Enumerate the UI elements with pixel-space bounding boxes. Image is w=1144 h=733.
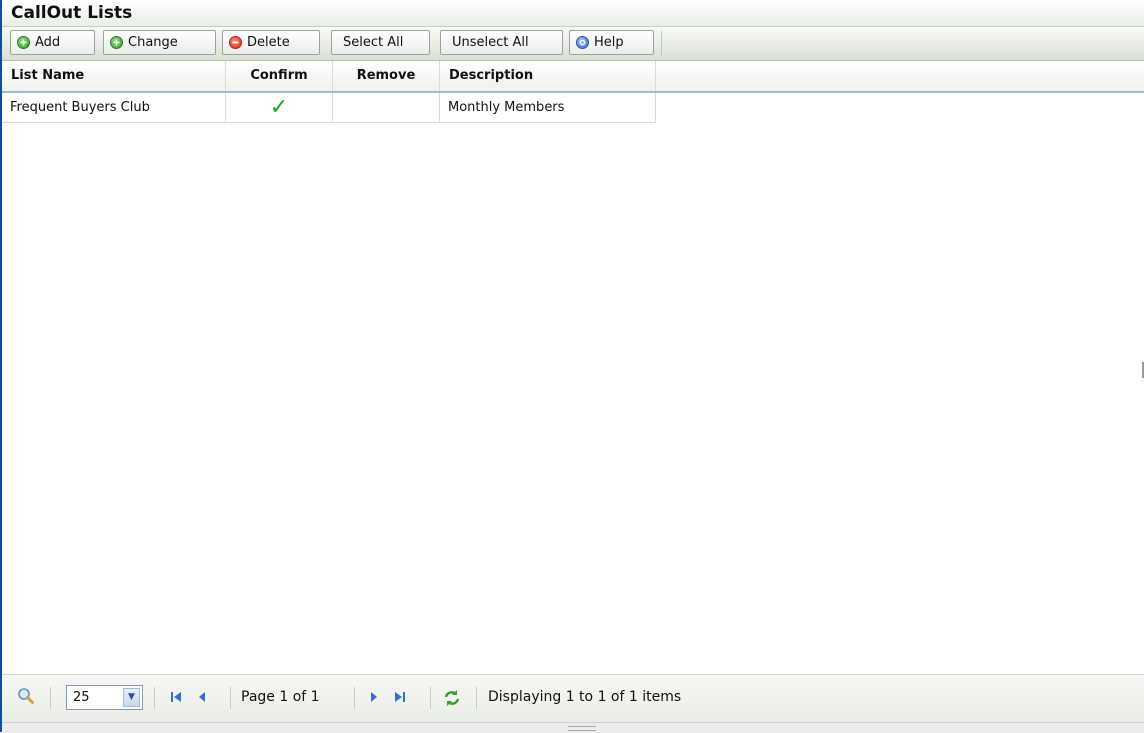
toolbar-divider [661,31,662,56]
help-button[interactable]: Help [569,30,654,55]
pager-divider [354,687,355,709]
pager-divider [430,687,431,709]
pager-divider [154,687,155,709]
plus-circle-icon [17,36,30,49]
select-all-button-label: Select All [343,35,404,50]
next-page-icon[interactable] [368,690,380,708]
grip-icon[interactable] [568,726,596,731]
delete-button-label: Delete [247,35,290,50]
cell-confirm: ✓ [226,93,333,122]
add-button-label: Add [35,35,61,50]
page-size-select[interactable]: 25 ▼ [66,685,143,710]
minus-circle-icon [229,36,242,49]
panel-titlebar: CallOut Lists [2,0,1144,27]
cell-list-name: Frequent Buyers Club [2,93,226,122]
unselect-all-button[interactable]: Unselect All [440,30,563,55]
column-header-list-name[interactable]: List Name [2,61,226,91]
magnifier-icon[interactable] [16,686,36,710]
help-button-label: Help [594,35,624,50]
callout-lists-panel: CallOut Lists Add Change Delete Select A… [0,0,1144,733]
chevron-down-icon[interactable]: ▼ [123,688,140,707]
pager-toolbar: 25 ▼ Page 1 of 1 Displaying 1 to 1 of 1 … [2,674,1144,723]
pager-divider [476,687,477,709]
column-header-confirm[interactable]: Confirm [226,61,333,91]
grid-header: List Name Confirm Remove Description [2,61,656,93]
cell-description: Monthly Members [440,93,656,122]
cell-remove [333,93,440,122]
delete-button[interactable]: Delete [222,30,320,55]
column-header-remove[interactable]: Remove [333,61,440,91]
page-size-value: 25 [73,690,90,705]
page-indicator: Page 1 of 1 [241,689,320,705]
grid-header-filler [656,61,1144,93]
pager-status: Displaying 1 to 1 of 1 items [488,689,682,705]
refresh-icon[interactable] [442,688,462,712]
pager-divider [230,687,231,709]
panel-title: CallOut Lists [11,3,133,23]
change-button[interactable]: Change [103,30,216,55]
plus-circle-icon [110,36,123,49]
pager-divider [50,687,51,709]
last-page-icon[interactable] [392,690,406,708]
checkmark-icon: ✓ [269,95,289,120]
change-button-label: Change [128,35,178,50]
prev-page-icon[interactable] [196,690,208,708]
help-circle-icon [576,36,589,49]
add-button[interactable]: Add [10,30,95,55]
unselect-all-button-label: Unselect All [452,35,529,50]
bottom-resize-bar[interactable] [2,722,1144,733]
toolbar: Add Change Delete Select All Unselect Al… [2,27,1144,61]
select-all-button[interactable]: Select All [331,30,430,55]
first-page-icon[interactable] [170,690,184,708]
table-row[interactable]: Frequent Buyers Club ✓ Monthly Members [2,93,656,123]
column-header-description[interactable]: Description [440,61,656,91]
